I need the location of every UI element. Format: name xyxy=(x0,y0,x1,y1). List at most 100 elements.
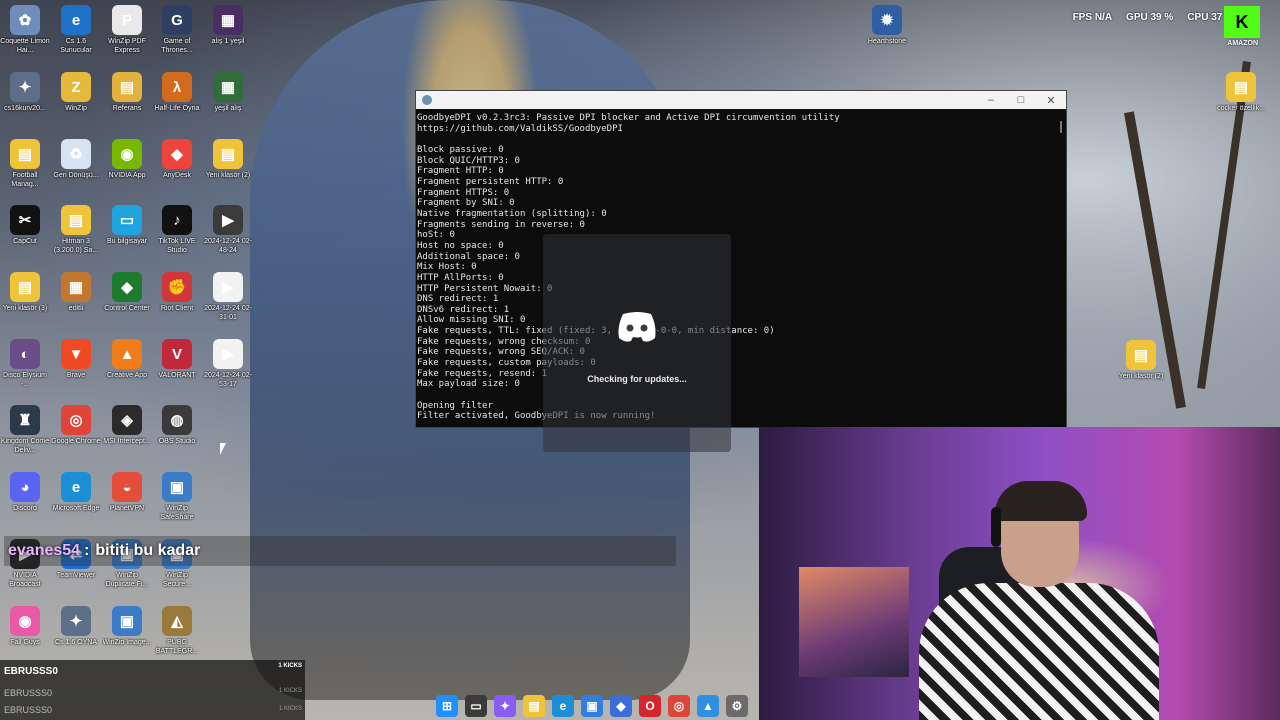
app-icon: ▭ xyxy=(112,205,142,235)
desktop-icon-label: Game of Thrones... xyxy=(161,38,193,54)
desktop-icon[interactable]: ▦ alış 1 yeşil xyxy=(203,5,253,46)
desktop-icon-label: Brave xyxy=(66,372,86,379)
desktop-icon-label: Coquette Limon Hai... xyxy=(0,38,50,54)
desktop-icon[interactable]: ▤ Hitman 3 (3.200.0) Sa... xyxy=(51,205,101,255)
desktop-icon-label: PlanetVPN xyxy=(109,505,145,512)
taskbar-opera-icon[interactable]: O xyxy=(639,695,661,717)
desktop-icon[interactable]: G Game of Thrones... xyxy=(152,5,202,55)
app-icon: ▤ xyxy=(10,139,40,169)
desktop-icon-label: AnyDesk xyxy=(162,172,191,179)
desktop-icon-label: cs16kurv20... xyxy=(4,105,46,112)
app-icon: ◉ xyxy=(10,606,40,636)
desktop-icon[interactable]: ▣ WinZip Image... xyxy=(102,606,152,647)
app-icon: ▤ xyxy=(1126,340,1156,370)
desktop-icon[interactable]: ◈ MSI Intercept... xyxy=(102,405,152,446)
app-icon: λ xyxy=(162,72,192,102)
desktop-icon-label: TikTok LIVE Studio xyxy=(158,238,196,254)
desktop-icon[interactable]: ▦ editli xyxy=(51,272,101,313)
desktop-icon[interactable]: ▭ Bu bilgisayar xyxy=(102,205,152,246)
top-kick-count: 1 KICKS xyxy=(278,663,302,669)
app-icon: ✿ xyxy=(10,5,40,35)
app-icon: ▶ xyxy=(213,272,243,302)
taskbar-edge-icon[interactable]: e xyxy=(552,695,574,717)
desktop-icon[interactable]: e Microsoft Edge xyxy=(51,472,101,513)
headset-icon xyxy=(991,507,1001,547)
taskbar-copilot-icon[interactable]: ✦ xyxy=(494,695,516,717)
desktop-icon[interactable]: ◉ Fall Guys xyxy=(0,606,50,647)
desktop-icon-label: TeamViewer xyxy=(56,572,96,579)
desktop-icon[interactable]: ▤ Football Manag... xyxy=(0,139,50,189)
desktop-icon[interactable]: ✹ Hearthstone xyxy=(862,5,912,46)
desktop-icon[interactable]: ▶ 2024-12-24 02-48-24 xyxy=(203,205,253,255)
desktop-icon[interactable]: P WinZip PDF Express xyxy=(102,5,152,55)
desktop-icon-label: 2024-12-24 02-53-17 xyxy=(204,372,252,388)
desktop-icon-label: Bu bilgisayar xyxy=(106,238,148,245)
desktop-icon-label: PUBG BATTLEGR... xyxy=(155,639,199,655)
desktop-icon[interactable]: ◍ OBS Studio xyxy=(152,405,202,446)
desktop-icon[interactable]: ▲ Creative App xyxy=(102,339,152,380)
app-icon: e xyxy=(61,472,91,502)
desktop-icon[interactable]: ▼ Brave xyxy=(51,339,101,380)
taskbar: ⊞ ▭ ✦ ▤ e ▣ ◆ O ◎ ▲ ⚙ xyxy=(436,692,760,720)
desktop-icon[interactable]: ♪ TikTok LIVE Studio xyxy=(152,205,202,255)
app-icon: ▤ xyxy=(10,272,40,302)
desktop-icon[interactable]: ✊ Riot Client xyxy=(152,272,202,313)
desktop-icon[interactable]: ◆ AnyDesk xyxy=(152,139,202,180)
taskbar-start-icon[interactable]: ⊞ xyxy=(436,695,458,717)
console-scrollbar[interactable] xyxy=(1060,121,1062,133)
discord-updater: Checking for updates... xyxy=(543,234,731,452)
desktop-icon[interactable]: ▶ 2024-12-24 02-31-01 xyxy=(203,272,253,322)
taskbar-settings-icon[interactable]: ⚙ xyxy=(726,695,748,717)
app-icon: ▶ xyxy=(213,339,243,369)
desktop-icon[interactable]: ✂ CapCut xyxy=(0,205,50,246)
desktop-icon[interactable]: ◕ Discord xyxy=(0,472,50,513)
maximize-button[interactable]: □ xyxy=(1006,94,1036,106)
desktop-icon[interactable]: ◉ NVIDIA App xyxy=(102,139,152,180)
console-titlebar[interactable]: – □ ✕ xyxy=(416,91,1066,109)
close-button[interactable]: ✕ xyxy=(1036,94,1066,107)
minimize-button[interactable]: – xyxy=(976,94,1006,106)
desktop-icon[interactable]: ✿ Coquette Limon Hai... xyxy=(0,5,50,55)
app-icon: ▣ xyxy=(112,606,142,636)
app-icon: ✹ xyxy=(872,5,902,35)
taskbar-taskview-icon[interactable]: ▭ xyxy=(465,695,487,717)
goodbyedpi-console-window[interactable]: – □ ✕ GoodbyeDPI v0.2.3rc3: Passive DPI … xyxy=(415,90,1067,428)
desktop-icon[interactable]: ♻ Geri Dönüşü... xyxy=(51,139,101,180)
desktop-icon-label: Hearthstone xyxy=(867,38,907,45)
desktop-icon[interactable]: ◆ Control Center xyxy=(102,272,152,313)
desktop-icon-label: WinZip xyxy=(65,105,87,112)
desktop-icon[interactable]: ◭ PUBG BATTLEGR... xyxy=(152,606,202,656)
webcam-feed xyxy=(759,427,1280,720)
brand-label: AMAZON xyxy=(1227,40,1258,47)
desktop-icon[interactable]: λ Half-Life Oyna xyxy=(152,72,202,113)
desktop-icon[interactable]: ▦ yeşil alış xyxy=(203,72,253,113)
desktop-icon[interactable]: ▤ Yeni klasör (2) xyxy=(203,139,253,180)
desktop-icon-label: Yeni klasör (3) xyxy=(2,305,48,312)
desktop-icon[interactable]: ◎ Google Chrome xyxy=(51,405,101,446)
desktop-icon[interactable]: ▤ cocker özellik... xyxy=(1216,72,1266,113)
taskbar-photos-icon[interactable]: ▲ xyxy=(697,695,719,717)
desktop-icon[interactable]: ♜ Kingdom Come Deliv... xyxy=(0,405,50,455)
desktop-icon[interactable]: ✦ cs16kurv20... xyxy=(0,72,50,113)
desktop-icon[interactable]: e Cs 1.6 Sunucular xyxy=(51,5,101,55)
desktop-icon[interactable]: ▤ Referans xyxy=(102,72,152,113)
desktop-icon[interactable]: V VALORANT xyxy=(152,339,202,380)
desktop-icon[interactable]: ▣ WinZip SafeShare xyxy=(152,472,202,522)
desktop-icon-label: Hitman 3 (3.200.0) Sa... xyxy=(53,238,99,254)
taskbar-app-icon[interactable]: ◆ xyxy=(610,695,632,717)
desktop-icon[interactable]: ▶ 2024-12-24 02-53-17 xyxy=(203,339,253,389)
taskbar-store-icon[interactable]: ▣ xyxy=(581,695,603,717)
app-icon: ♜ xyxy=(10,405,40,435)
desktop-icon[interactable]: ◐ Disco Elysium -... xyxy=(0,339,50,389)
desktop-icon[interactable]: ◒ PlanetVPN xyxy=(102,472,152,513)
app-icon: V xyxy=(162,339,192,369)
taskbar-explorer-icon[interactable]: ▤ xyxy=(523,695,545,717)
desktop-icon-label: Cs 1.6 Sunucular xyxy=(60,38,92,54)
kicks-ticker: EBRUSSS0 1 KICKS EBRUSSS0 1 KICKS EBRUSS… xyxy=(0,660,305,720)
desktop-icon[interactable]: Z WinZip xyxy=(51,72,101,113)
app-icon: G xyxy=(162,5,192,35)
desktop-icon[interactable]: ✦ Cs 1.6 OYNA xyxy=(51,606,101,647)
desktop-icon[interactable]: ▤ Yeni klasör (3) xyxy=(0,272,50,313)
desktop-icon[interactable]: ▤ Yeni klasör (2) xyxy=(1116,340,1166,381)
taskbar-chrome-icon[interactable]: ◎ xyxy=(668,695,690,717)
